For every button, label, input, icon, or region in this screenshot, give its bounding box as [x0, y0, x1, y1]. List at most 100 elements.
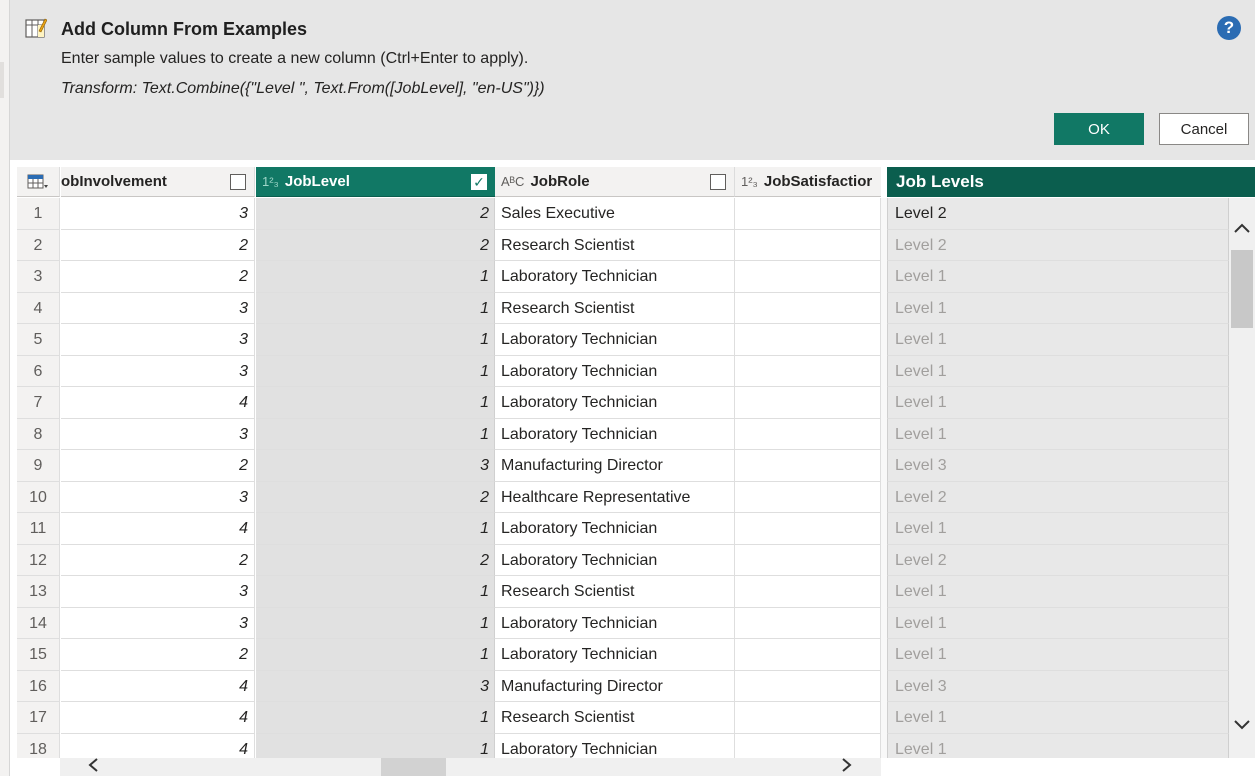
cell-jobinvolvement[interactable]: 3 — [61, 481, 255, 513]
cell-joblevel[interactable]: 1 — [256, 324, 495, 356]
cell-jobinvolvement[interactable]: 2 — [61, 229, 255, 261]
cell-jobsatisfaction[interactable] — [735, 229, 881, 261]
example-value-cell[interactable]: Level 1 — [887, 576, 1229, 608]
cell-jobrole[interactable]: Research Scientist — [495, 229, 735, 261]
cell-joblevel[interactable]: 1 — [256, 261, 495, 293]
cell-jobinvolvement[interactable]: 2 — [61, 261, 255, 293]
ok-button[interactable]: OK — [1054, 113, 1144, 145]
cell-joblevel[interactable]: 1 — [256, 355, 495, 387]
cell-jobrole[interactable]: Laboratory Technician — [495, 607, 735, 639]
cell-joblevel[interactable]: 1 — [256, 418, 495, 450]
cell-jobrole[interactable]: Laboratory Technician — [495, 639, 735, 671]
example-value-cell[interactable]: Level 1 — [887, 607, 1229, 639]
cell-jobrole[interactable]: Laboratory Technician — [495, 324, 735, 356]
cell-jobinvolvement[interactable]: 3 — [61, 576, 255, 608]
cell-jobrole[interactable]: Laboratory Technician — [495, 355, 735, 387]
cell-joblevel[interactable]: 1 — [256, 513, 495, 545]
whole-number-type-icon[interactable]: 1²₃ — [741, 174, 758, 189]
column-header-jobinvolvement[interactable]: obInvolvement — [61, 167, 255, 197]
cell-jobrole[interactable]: Healthcare Representative — [495, 481, 735, 513]
cell-jobsatisfaction[interactable] — [735, 576, 881, 608]
example-value-cell[interactable]: Level 1 — [887, 355, 1229, 387]
whole-number-type-icon[interactable]: 1²₃ — [262, 174, 279, 189]
cell-jobinvolvement[interactable]: 3 — [61, 324, 255, 356]
cell-joblevel[interactable]: 2 — [256, 198, 495, 230]
example-value-cell[interactable]: Level 1 — [887, 387, 1229, 419]
cell-jobsatisfaction[interactable] — [735, 702, 881, 734]
column-header-jobsatisfaction[interactable]: 1²₃ JobSatisfactior — [735, 167, 881, 197]
cell-jobinvolvement[interactable]: 3 — [61, 292, 255, 324]
cell-jobrole[interactable]: Manufacturing Director — [495, 670, 735, 702]
example-value-cell[interactable]: Level 1 — [887, 324, 1229, 356]
scroll-left-icon[interactable] — [86, 756, 100, 780]
cell-joblevel[interactable]: 1 — [256, 733, 495, 758]
column-header-jobrole[interactable]: AᴮC JobRole — [495, 167, 735, 197]
example-value-cell[interactable]: Level 2 — [887, 544, 1229, 576]
cell-jobsatisfaction[interactable] — [735, 355, 881, 387]
example-value-cell[interactable]: Level 1 — [887, 733, 1229, 758]
cell-joblevel[interactable]: 1 — [256, 639, 495, 671]
cell-joblevel[interactable]: 1 — [256, 387, 495, 419]
example-value-cell[interactable]: Level 3 — [887, 670, 1229, 702]
cell-jobrole[interactable]: Laboratory Technician — [495, 387, 735, 419]
cell-joblevel[interactable]: 1 — [256, 702, 495, 734]
cell-jobrole[interactable]: Laboratory Technician — [495, 733, 735, 758]
cell-jobrole[interactable]: Laboratory Technician — [495, 513, 735, 545]
example-value-cell[interactable]: Level 2 — [887, 229, 1229, 261]
cell-jobinvolvement[interactable]: 4 — [61, 733, 255, 758]
cell-jobsatisfaction[interactable] — [735, 261, 881, 293]
example-value-cell[interactable]: Level 1 — [887, 639, 1229, 671]
cell-jobrole[interactable]: Research Scientist — [495, 292, 735, 324]
cell-jobinvolvement[interactable]: 2 — [61, 639, 255, 671]
cell-jobsatisfaction[interactable] — [735, 198, 881, 230]
scroll-up-icon[interactable] — [1232, 218, 1252, 239]
example-value-cell[interactable]: Level 1 — [887, 261, 1229, 293]
cell-jobsatisfaction[interactable] — [735, 324, 881, 356]
cell-jobsatisfaction[interactable] — [735, 481, 881, 513]
example-value-cell[interactable]: Level 2 — [887, 481, 1229, 513]
cell-jobinvolvement[interactable]: 4 — [61, 387, 255, 419]
cell-jobrole[interactable]: Research Scientist — [495, 576, 735, 608]
cell-joblevel[interactable]: 3 — [256, 450, 495, 482]
cell-jobrole[interactable]: Research Scientist — [495, 702, 735, 734]
cell-jobinvolvement[interactable]: 4 — [61, 513, 255, 545]
text-type-icon[interactable]: AᴮC — [501, 174, 524, 189]
cell-joblevel[interactable]: 3 — [256, 670, 495, 702]
cell-jobinvolvement[interactable]: 3 — [61, 355, 255, 387]
cell-jobsatisfaction[interactable] — [735, 544, 881, 576]
cell-jobinvolvement[interactable]: 3 — [61, 198, 255, 230]
cell-jobsatisfaction[interactable] — [735, 418, 881, 450]
vertical-scroll-thumb[interactable] — [1231, 250, 1253, 328]
column-select-checkbox[interactable] — [230, 173, 246, 190]
example-value-cell[interactable]: Level 1 — [887, 702, 1229, 734]
cell-jobsatisfaction[interactable] — [735, 639, 881, 671]
example-value-cell[interactable]: Level 3 — [887, 450, 1229, 482]
cell-jobsatisfaction[interactable] — [735, 513, 881, 545]
cell-joblevel[interactable]: 2 — [256, 229, 495, 261]
cell-jobrole[interactable]: Laboratory Technician — [495, 261, 735, 293]
cell-jobsatisfaction[interactable] — [735, 450, 881, 482]
cell-jobrole[interactable]: Laboratory Technician — [495, 418, 735, 450]
example-value-cell[interactable]: Level 1 — [887, 292, 1229, 324]
cell-jobsatisfaction[interactable] — [735, 670, 881, 702]
cell-joblevel[interactable]: 2 — [256, 544, 495, 576]
column-header-job-levels[interactable]: Job Levels — [887, 167, 1255, 197]
column-header-joblevel[interactable]: 1²₃ JobLevel ✓ — [256, 167, 495, 197]
example-value-cell[interactable]: Level 1 — [887, 418, 1229, 450]
cell-jobinvolvement[interactable]: 3 — [61, 607, 255, 639]
cell-joblevel[interactable]: 1 — [256, 576, 495, 608]
cell-jobinvolvement[interactable]: 2 — [61, 544, 255, 576]
cell-jobsatisfaction[interactable] — [735, 733, 881, 758]
scroll-right-icon[interactable] — [840, 756, 854, 780]
cell-jobrole[interactable]: Laboratory Technician — [495, 544, 735, 576]
scroll-down-icon[interactable] — [1232, 715, 1252, 736]
example-value-cell[interactable]: Level 2 — [887, 198, 1229, 230]
help-icon[interactable]: ? — [1217, 16, 1241, 40]
cell-jobinvolvement[interactable]: 2 — [61, 450, 255, 482]
horizontal-scrollbar[interactable] — [60, 758, 881, 776]
cell-jobinvolvement[interactable]: 4 — [61, 702, 255, 734]
horizontal-scroll-thumb[interactable] — [381, 758, 446, 776]
example-value-cell[interactable]: Level 1 — [887, 513, 1229, 545]
cell-jobinvolvement[interactable]: 4 — [61, 670, 255, 702]
cell-joblevel[interactable]: 1 — [256, 292, 495, 324]
